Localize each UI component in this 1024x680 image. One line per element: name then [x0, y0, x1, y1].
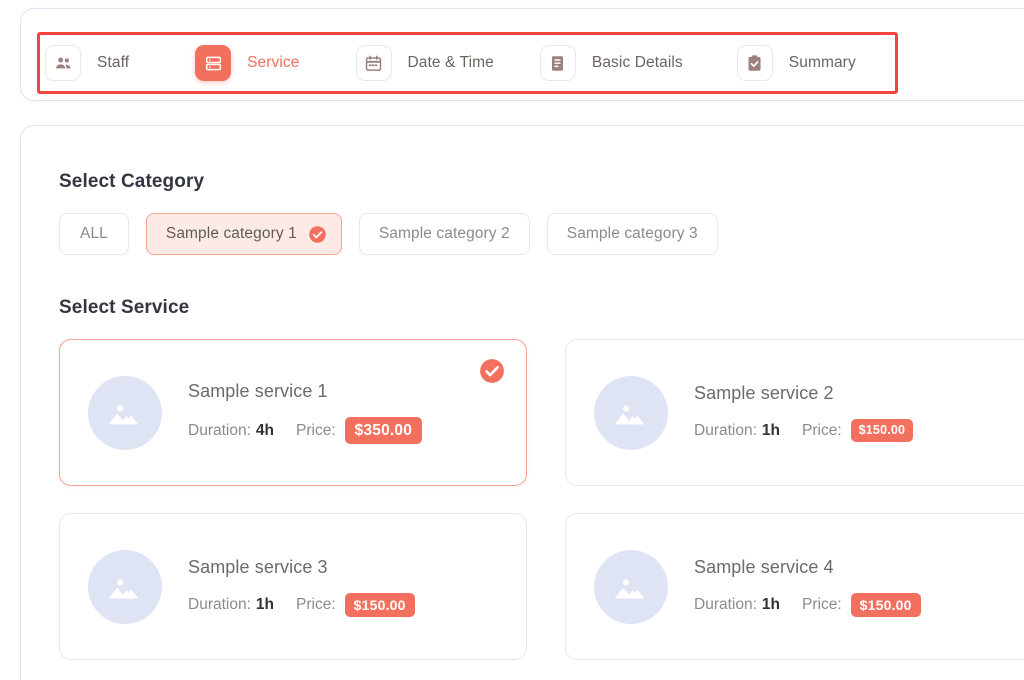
step-summary-label: Summary — [788, 54, 856, 71]
image-placeholder-icon — [88, 375, 162, 450]
step-date-time[interactable]: Date & Time — [355, 37, 494, 89]
service-card-2-meta: Duration: 1h Price: $150.00 — [694, 419, 914, 442]
step-staff[interactable]: Staff — [45, 37, 129, 89]
service-card-3-body: Sample service 3 Duration: 1h Price: $15… — [188, 557, 415, 617]
select-service-title: Select Service — [59, 297, 190, 318]
price-label: Price: — [802, 421, 842, 439]
service-card-1[interactable]: Sample service 1 Duration: 4h Price: $35… — [59, 339, 527, 486]
service-card-4-duration: 1h — [761, 595, 780, 613]
service-card-1-price: $350.00 — [344, 416, 423, 445]
server-icon — [195, 45, 232, 81]
step-summary[interactable]: Summary — [736, 37, 856, 89]
stepper-card: Staff Service Date & Time Basic Details … — [20, 8, 1024, 101]
clipboard-check-icon — [736, 45, 773, 81]
booking-wizard-page: Staff Service Date & Time Basic Details … — [0, 0, 1024, 680]
category-chip-list: ALL Sample category 1 Sample category 2 … — [59, 213, 718, 255]
document-lines-icon — [539, 45, 576, 81]
price-label: Price: — [296, 595, 336, 613]
service-card-2-body: Sample service 2 Duration: 1h Price: $15… — [694, 383, 914, 442]
service-card-4[interactable]: Sample service 4 Duration: 1h Price: $15… — [565, 513, 1024, 660]
service-card-4-price: $150.00 — [850, 592, 921, 617]
category-chip-sample-2-label: Sample category 2 — [378, 225, 510, 242]
step-service-label: Service — [247, 54, 300, 71]
category-chip-sample-1-label: Sample category 1 — [165, 225, 297, 242]
service-card-2[interactable]: Sample service 2 Duration: 1h Price: $15… — [565, 339, 1024, 486]
category-chip-sample-2[interactable]: Sample category 2 — [358, 213, 530, 255]
service-card-3-duration: 1h — [255, 595, 274, 613]
duration-label: Duration: — [188, 421, 251, 439]
people-icon — [45, 45, 81, 81]
price-label: Price: — [802, 595, 842, 613]
service-card-4-meta: Duration: 1h Price: $150.00 — [694, 592, 921, 617]
step-date-time-label: Date & Time — [407, 54, 494, 71]
service-card-1-duration: 4h — [255, 421, 274, 439]
category-chip-all[interactable]: ALL — [59, 213, 129, 255]
service-card-3-meta: Duration: 1h Price: $150.00 — [188, 592, 415, 617]
calendar-icon — [355, 45, 392, 81]
service-card-4-name: Sample service 4 — [694, 556, 834, 577]
service-card-2-price: $150.00 — [850, 419, 914, 442]
step-service[interactable]: Service — [195, 37, 299, 89]
stepper-nav: Staff Service Date & Time Basic Details … — [45, 37, 856, 89]
category-chip-sample-3[interactable]: Sample category 3 — [546, 213, 718, 255]
duration-label: Duration: — [694, 595, 757, 613]
service-card-3[interactable]: Sample service 3 Duration: 1h Price: $15… — [59, 513, 527, 660]
select-category-title: Select Category — [59, 171, 205, 192]
step-staff-label: Staff — [97, 54, 130, 71]
image-placeholder-icon — [594, 375, 668, 450]
price-label: Price: — [296, 421, 336, 439]
category-chip-sample-3-label: Sample category 3 — [566, 225, 698, 242]
service-card-3-price: $150.00 — [344, 592, 415, 617]
image-placeholder-icon — [594, 549, 668, 624]
duration-label: Duration: — [188, 595, 251, 613]
service-card-1-body: Sample service 1 Duration: 4h Price: $35… — [188, 380, 423, 445]
service-card-4-body: Sample service 4 Duration: 1h Price: $15… — [694, 557, 921, 617]
duration-label: Duration: — [694, 421, 757, 439]
service-card-3-name: Sample service 3 — [188, 556, 328, 577]
step-basic-details-label: Basic Details — [591, 54, 683, 71]
service-selection-card: Select Category ALL Sample category 1 Sa… — [20, 125, 1024, 680]
service-card-2-name: Sample service 2 — [694, 383, 834, 404]
step-basic-details[interactable]: Basic Details — [539, 37, 683, 89]
service-card-1-meta: Duration: 4h Price: $350.00 — [188, 416, 423, 445]
service-card-2-duration: 1h — [761, 421, 780, 439]
check-circle-icon — [308, 225, 327, 244]
service-card-grid: Sample service 1 Duration: 4h Price: $35… — [59, 339, 1024, 660]
check-circle-icon — [479, 358, 505, 384]
service-card-1-name: Sample service 1 — [188, 380, 328, 401]
category-chip-sample-1[interactable]: Sample category 1 — [145, 213, 342, 255]
image-placeholder-icon — [88, 549, 162, 624]
category-chip-all-label: ALL — [80, 225, 108, 242]
